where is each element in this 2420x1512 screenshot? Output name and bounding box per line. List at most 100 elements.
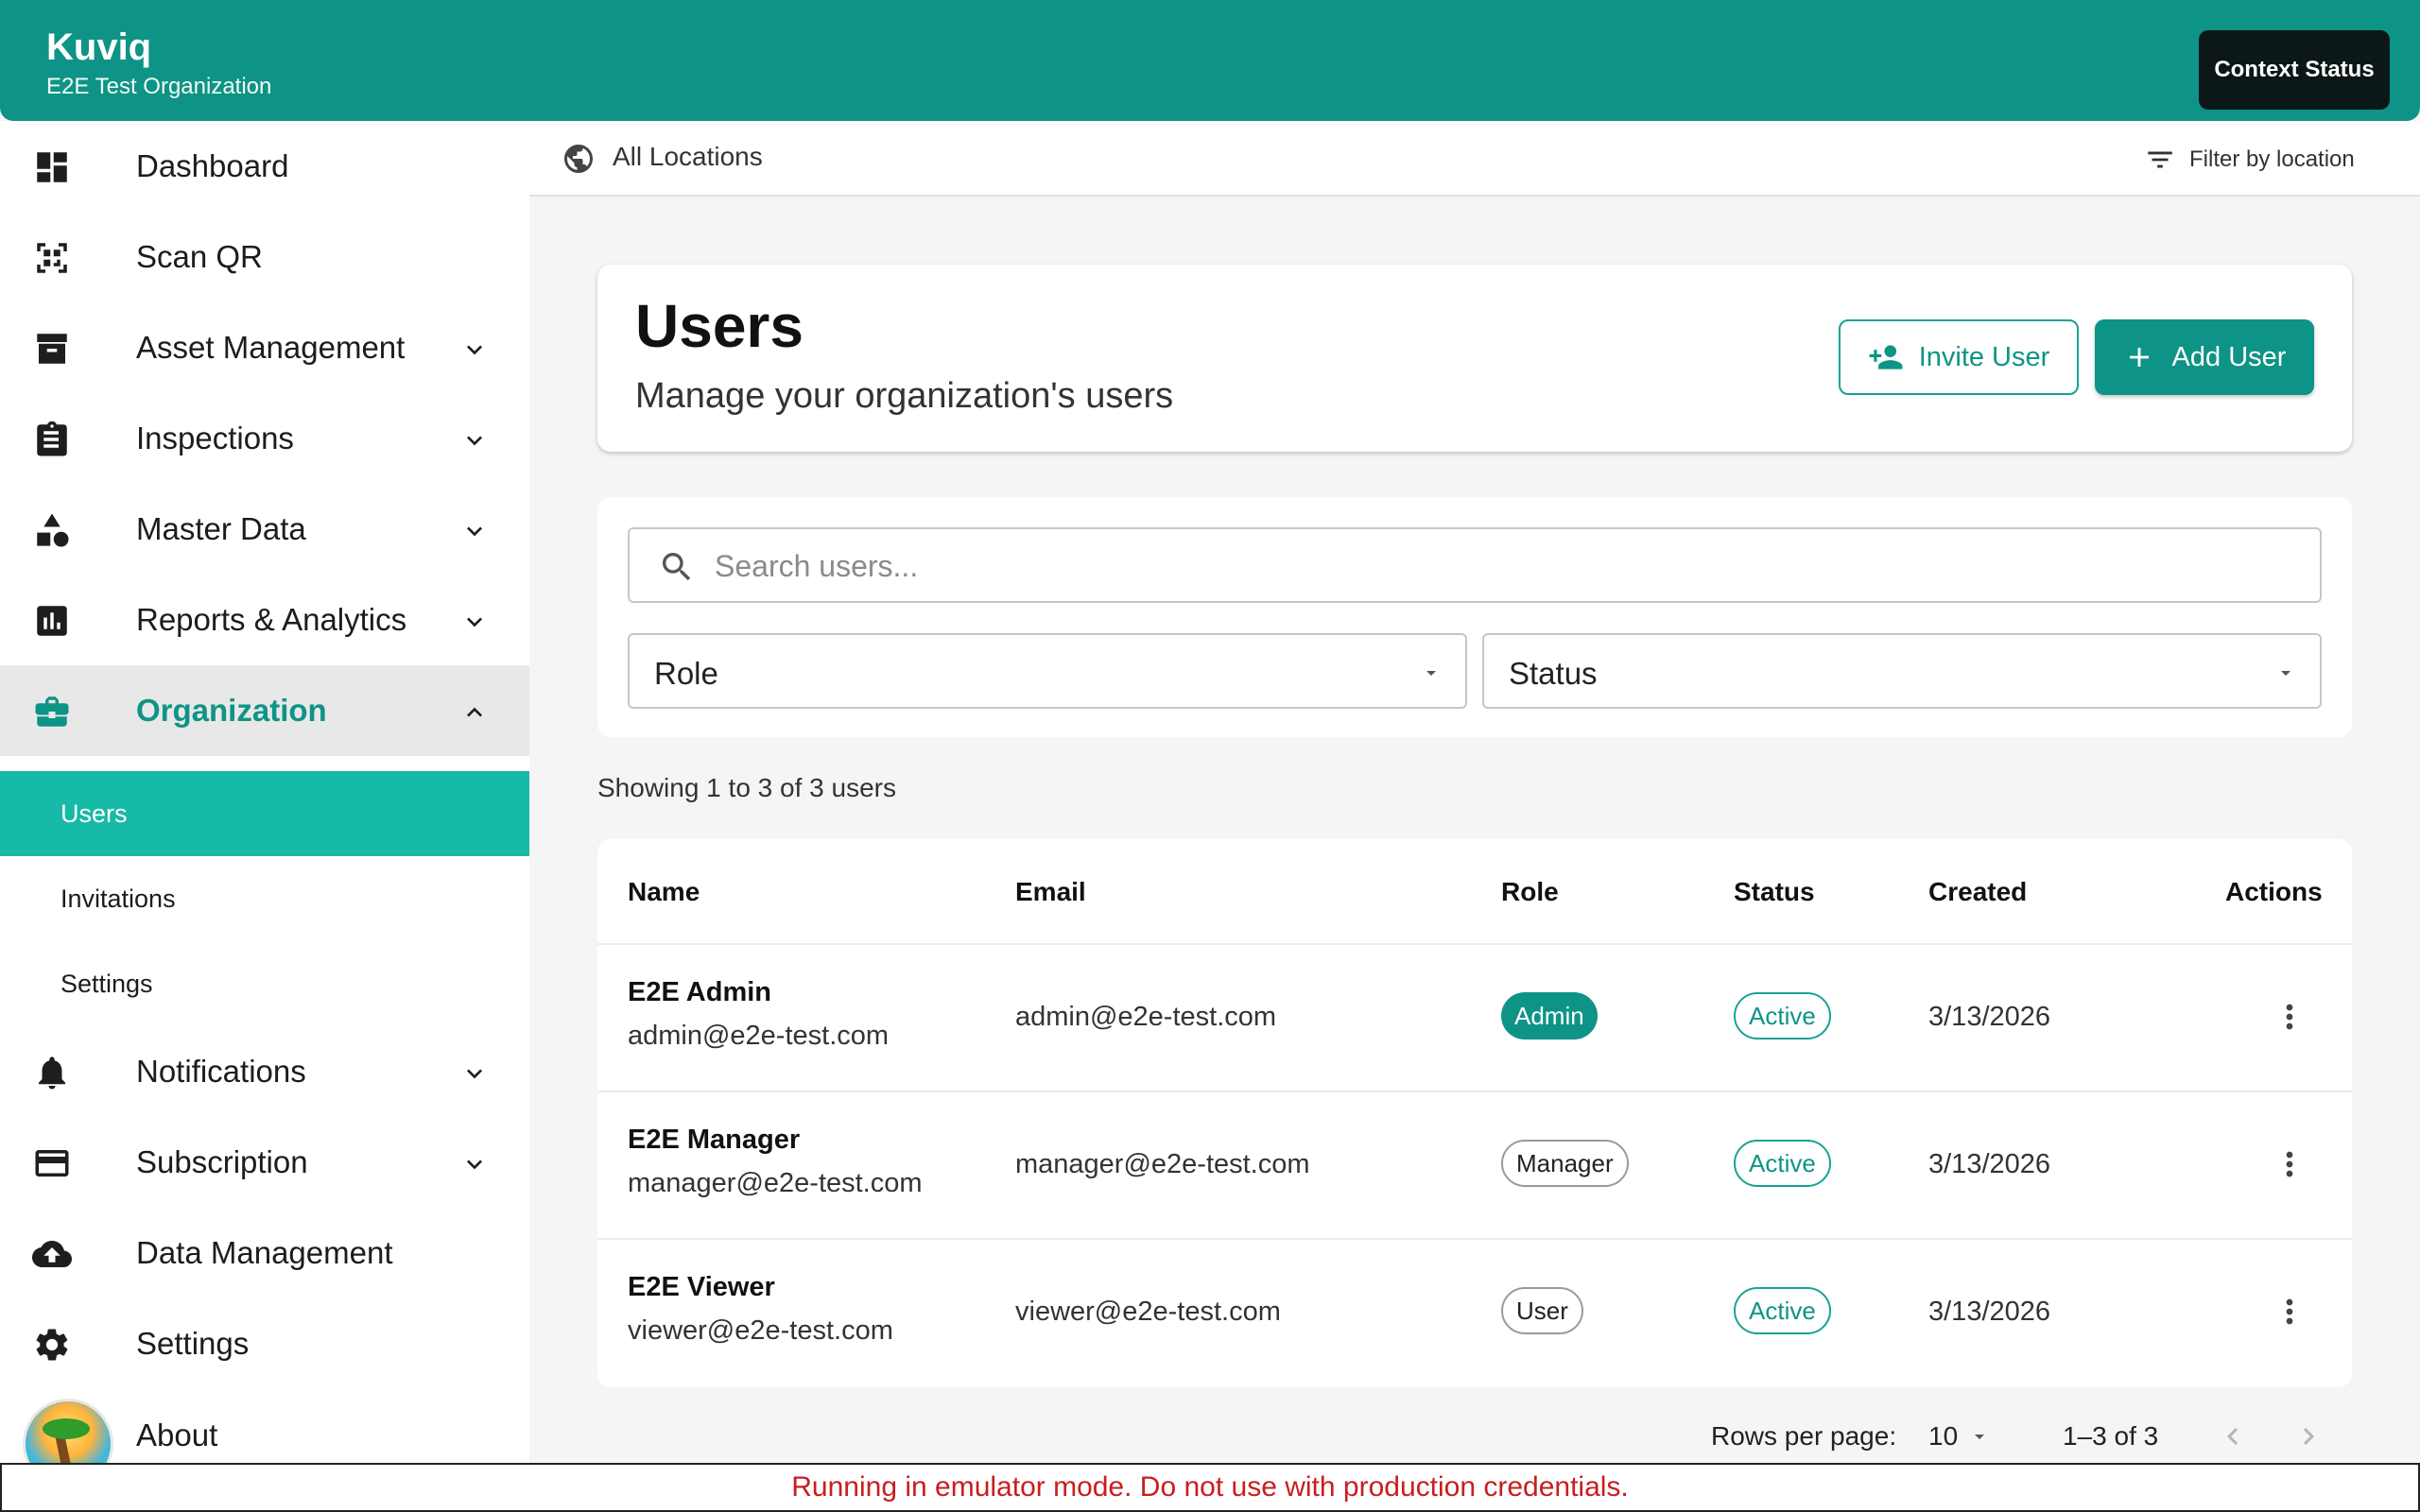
sidebar-subitem-users[interactable]: Users — [0, 771, 529, 856]
sidebar-subitem-org-settings[interactable]: Settings — [0, 941, 529, 1026]
table-row[interactable]: E2E Manager manager@e2e-test.com manager… — [597, 1091, 2352, 1238]
search-input[interactable] — [715, 542, 2284, 590]
current-location[interactable]: All Locations — [613, 142, 763, 172]
column-header-name: Name — [628, 877, 700, 906]
status-badge: Active — [1734, 1287, 1831, 1334]
bar-chart-icon — [32, 601, 72, 641]
column-header-status: Status — [1734, 877, 1815, 906]
rows-per-page-select[interactable]: 10 — [1928, 1421, 1958, 1452]
column-header-email: Email — [1015, 877, 1086, 906]
sidebar-item-label: Asset Management — [136, 330, 406, 365]
search-field[interactable] — [628, 527, 2322, 603]
role-select[interactable]: Role — [628, 633, 1467, 709]
user-email: viewer@e2e-test.com — [1015, 1297, 1281, 1327]
emulator-warning-banner: Running in emulator mode. Do not use wit… — [0, 1463, 2420, 1512]
sidebar-item-organization[interactable]: Organization — [0, 665, 529, 756]
gear-icon — [32, 1325, 72, 1365]
chevron-down-icon[interactable] — [459, 1058, 490, 1089]
sidebar-item-scan-qr[interactable]: Scan QR — [0, 212, 529, 302]
context-status-button[interactable]: Context Status — [2199, 30, 2390, 110]
sidebar-item-label: Scan QR — [136, 239, 263, 274]
results-count: Showing 1 to 3 of 3 users — [597, 773, 896, 802]
more-actions-icon[interactable] — [2271, 1145, 2308, 1183]
user-sub-email: admin@e2e-test.com — [628, 1021, 890, 1051]
sidebar-subitem-label: Users — [60, 799, 128, 828]
add-user-button[interactable]: Add User — [2095, 319, 2314, 395]
created-date: 3/13/2026 — [1928, 1297, 2051, 1327]
sidebar-item-label: Master Data — [136, 511, 306, 546]
sidebar-item-label: Organization — [136, 693, 327, 728]
role-badge: Admin — [1501, 992, 1598, 1040]
user-sub-email: viewer@e2e-test.com — [628, 1315, 893, 1346]
chevron-up-icon[interactable] — [459, 697, 490, 728]
rows-per-page-label: Rows per page: — [1711, 1421, 1897, 1451]
sidebar-item-label: Subscription — [136, 1144, 308, 1179]
top-app-bar: Kuviq E2E Test Organization Context Stat… — [0, 0, 2420, 121]
chevron-down-icon[interactable] — [459, 425, 490, 455]
sidebar-item-label: Inspections — [136, 421, 294, 455]
more-actions-icon[interactable] — [2271, 1293, 2308, 1331]
briefcase-icon — [32, 692, 72, 731]
filters-card: Role Status — [597, 497, 2352, 737]
table-row[interactable]: E2E Admin admin@e2e-test.com admin@e2e-t… — [597, 943, 2352, 1091]
user-email: manager@e2e-test.com — [1015, 1149, 1310, 1179]
archive-box-icon — [32, 329, 72, 369]
sidebar: Dashboard Scan QR Asset Management Inspe… — [0, 121, 529, 1463]
qr-scan-icon — [32, 238, 72, 278]
user-email: admin@e2e-test.com — [1015, 1002, 1277, 1032]
page-title: Users — [635, 292, 804, 360]
sidebar-item-asset-management[interactable]: Asset Management — [0, 302, 529, 393]
status-badge: Active — [1734, 1140, 1831, 1187]
organization-name: E2E Test Organization — [46, 74, 272, 99]
user-sub-email: manager@e2e-test.com — [628, 1168, 923, 1198]
person-add-icon — [1869, 345, 1903, 369]
status-select-label: Status — [1509, 656, 1598, 691]
role-select-label: Role — [654, 656, 718, 691]
sidebar-item-settings[interactable]: Settings — [0, 1298, 529, 1389]
sidebar-item-subscription[interactable]: Subscription — [0, 1117, 529, 1208]
emulator-warning-text: Running in emulator mode. Do not use wit… — [791, 1471, 1629, 1503]
sidebar-subitem-label: Settings — [60, 969, 153, 998]
sidebar-item-dashboard[interactable]: Dashboard — [0, 121, 529, 212]
dashboard-icon — [32, 147, 72, 187]
invite-user-button[interactable]: Invite User — [1839, 319, 2079, 395]
filter-by-location-button[interactable]: Filter by location — [2144, 144, 2355, 176]
chevron-down-icon[interactable] — [459, 1149, 490, 1179]
sidebar-item-label: Notifications — [136, 1054, 306, 1089]
table-row[interactable]: E2E Viewer viewer@e2e-test.com viewer@e2… — [597, 1238, 2352, 1385]
sidebar-item-master-data[interactable]: Master Data — [0, 484, 529, 575]
page-subtitle: Manage your organization's users — [635, 376, 1174, 416]
plus-icon — [2129, 348, 2149, 367]
page-header-card: Users Manage your organization's users I… — [597, 265, 2352, 452]
sidebar-item-data-management[interactable]: Data Management — [0, 1208, 529, 1298]
sidebar-subitem-invitations[interactable]: Invitations — [0, 856, 529, 941]
chevron-down-icon[interactable] — [459, 516, 490, 546]
page-range: 1–3 of 3 — [2063, 1421, 2159, 1451]
sidebar-item-inspections[interactable]: Inspections — [0, 393, 529, 484]
globe-icon — [562, 142, 596, 176]
sidebar-item-label: Reports & Analytics — [136, 602, 407, 637]
status-select[interactable]: Status — [1482, 633, 2322, 709]
more-actions-icon[interactable] — [2271, 998, 2308, 1036]
chevron-down-icon[interactable] — [459, 335, 490, 365]
role-badge: Manager — [1501, 1140, 1629, 1187]
sidebar-item-reports-analytics[interactable]: Reports & Analytics — [0, 575, 529, 665]
location-bar: All Locations Filter by location — [529, 121, 2420, 197]
bell-icon — [32, 1053, 72, 1092]
dropdown-arrow-icon — [1420, 662, 1443, 684]
filter-by-location-label: Filter by location — [2189, 146, 2355, 172]
users-table: Name Email Role Status Created Actions E… — [597, 839, 2352, 1387]
app-name: Kuviq — [46, 26, 152, 68]
role-badge: User — [1501, 1287, 1583, 1334]
dropdown-arrow-icon[interactable] — [1968, 1425, 1991, 1448]
dropdown-arrow-icon — [2274, 662, 2297, 684]
sidebar-item-about[interactable]: About — [136, 1418, 217, 1453]
filter-icon — [2148, 151, 2172, 168]
created-date: 3/13/2026 — [1928, 1002, 2051, 1032]
sidebar-item-notifications[interactable]: Notifications — [0, 1026, 529, 1117]
shapes-icon — [32, 510, 72, 550]
user-name: E2E Viewer — [628, 1272, 775, 1302]
chevron-right-icon[interactable] — [2291, 1419, 2325, 1453]
chevron-left-icon[interactable] — [2216, 1419, 2250, 1453]
chevron-down-icon[interactable] — [459, 607, 490, 637]
